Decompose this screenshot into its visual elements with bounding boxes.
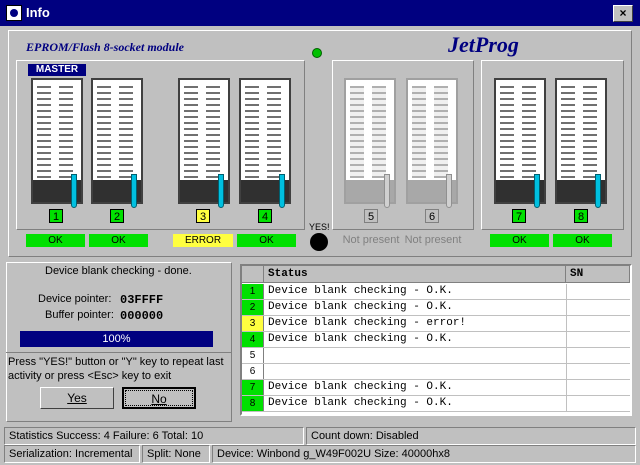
app-icon[interactable] — [6, 5, 22, 21]
lever-handle[interactable] — [384, 174, 390, 208]
row-sn — [566, 332, 630, 347]
close-icon: × — [619, 6, 627, 20]
socket-3[interactable] — [178, 78, 230, 208]
row-status: Device blank checking - O.K. — [268, 333, 453, 345]
table-row[interactable]: 5 — [242, 348, 630, 364]
device-pointer-label: Device pointer: — [38, 293, 112, 305]
row-status: Device blank checking - O.K. — [268, 301, 453, 313]
socket-status: ERROR — [173, 234, 233, 247]
socket-status: OK — [237, 234, 296, 247]
row-number: 4 — [242, 332, 264, 347]
yes-round-button[interactable] — [310, 233, 328, 251]
row-status: Device blank checking - O.K. — [268, 285, 453, 297]
yes-button[interactable]: Yes — [40, 387, 114, 409]
hint-text: Press "YES!" button or "Y" key to repeat… — [8, 356, 224, 382]
row-sn — [566, 396, 630, 411]
title-bar: Info × — [0, 0, 640, 26]
socket-1[interactable] — [31, 78, 83, 208]
row-sn — [566, 284, 630, 299]
serialization-bar: Serialization: Incremental — [4, 445, 140, 463]
table-row[interactable]: 8 Device blank checking - O.K. — [242, 396, 630, 412]
row-number: 1 — [242, 284, 264, 299]
socket-5[interactable] — [344, 78, 396, 208]
column-header-sn[interactable]: SN — [566, 266, 630, 282]
table-row[interactable]: 4 Device blank checking - O.K. — [242, 332, 630, 348]
row-sn — [566, 348, 630, 363]
device-pointer-value: 03FFFF — [120, 293, 164, 307]
row-sn — [566, 380, 630, 395]
row-status: Device blank checking - O.K. — [268, 397, 453, 409]
lever-handle[interactable] — [218, 174, 224, 208]
socket-number: 3 — [196, 209, 210, 223]
window-title: Info — [26, 5, 50, 20]
device-bar: Device: Winbond g_W49F002U Size: 40000hx… — [212, 445, 636, 463]
row-status: Device blank checking - O.K. — [268, 381, 453, 393]
socket-number: 6 — [425, 209, 439, 223]
no-button[interactable]: No — [122, 387, 196, 409]
socket-8[interactable] — [555, 78, 607, 208]
socket-7[interactable] — [494, 78, 546, 208]
socket-status: OK — [553, 234, 612, 247]
socket-2[interactable] — [91, 78, 143, 208]
socket-status: OK — [26, 234, 85, 247]
master-badge: MASTER — [28, 64, 86, 76]
divider — [6, 352, 232, 353]
row-number: 2 — [242, 300, 264, 315]
socket-number: 8 — [574, 209, 588, 223]
row-number: 3 — [242, 316, 264, 331]
statistics-bar: Statistics Success: 4 Failure: 6 Total: … — [4, 427, 304, 445]
socket-number: 2 — [110, 209, 124, 223]
socket-number: 7 — [512, 209, 526, 223]
column-header-num[interactable] — [242, 266, 264, 282]
row-sn — [566, 364, 630, 379]
lever-handle[interactable] — [534, 174, 540, 208]
table-row[interactable]: 7 Device blank checking - O.K. — [242, 380, 630, 396]
countdown-bar: Count down: Disabled — [306, 427, 636, 445]
socket-status: Not present — [342, 234, 400, 246]
brand-logo: JetProg — [448, 32, 519, 57]
module-title: EPROM/Flash 8-socket module — [26, 40, 185, 54]
column-header-status[interactable]: Status — [264, 266, 566, 282]
table-row[interactable]: 1 Device blank checking - O.K. — [242, 284, 630, 300]
info-message: Device blank checking - done. — [45, 265, 192, 277]
row-status: Device blank checking - error! — [268, 317, 467, 329]
row-number: 5 — [242, 348, 264, 363]
status-led — [312, 48, 322, 58]
socket-status: OK — [89, 234, 148, 247]
status-table: Status SN 1 Device blank checking - O.K. … — [240, 264, 632, 416]
lever-handle[interactable] — [595, 174, 601, 208]
table-row[interactable]: 3 Device blank checking - error! — [242, 316, 630, 332]
row-number: 8 — [242, 396, 264, 411]
socket-4[interactable] — [239, 78, 291, 208]
progress-bar: 100% — [20, 331, 213, 347]
lever-handle[interactable] — [71, 174, 77, 208]
buffer-pointer-label: Buffer pointer: — [45, 309, 114, 321]
close-button[interactable]: × — [613, 5, 633, 22]
row-number: 7 — [242, 380, 264, 395]
row-sn — [566, 316, 630, 331]
row-number: 6 — [242, 364, 264, 379]
socket-6[interactable] — [406, 78, 458, 208]
lever-handle[interactable] — [446, 174, 452, 208]
socket-number: 5 — [364, 209, 378, 223]
socket-number: 1 — [49, 209, 63, 223]
yes-label: YES! — [309, 222, 330, 232]
socket-status: Not present — [404, 234, 462, 246]
lever-handle[interactable] — [279, 174, 285, 208]
socket-number: 4 — [258, 209, 272, 223]
split-bar: Split: None — [142, 445, 210, 463]
table-row[interactable]: 2 Device blank checking - O.K. — [242, 300, 630, 316]
table-header: Status SN — [242, 266, 630, 283]
lever-handle[interactable] — [131, 174, 137, 208]
row-sn — [566, 300, 630, 315]
table-row[interactable]: 6 — [242, 364, 630, 380]
socket-status: OK — [490, 234, 549, 247]
buffer-pointer-value: 000000 — [120, 309, 164, 323]
